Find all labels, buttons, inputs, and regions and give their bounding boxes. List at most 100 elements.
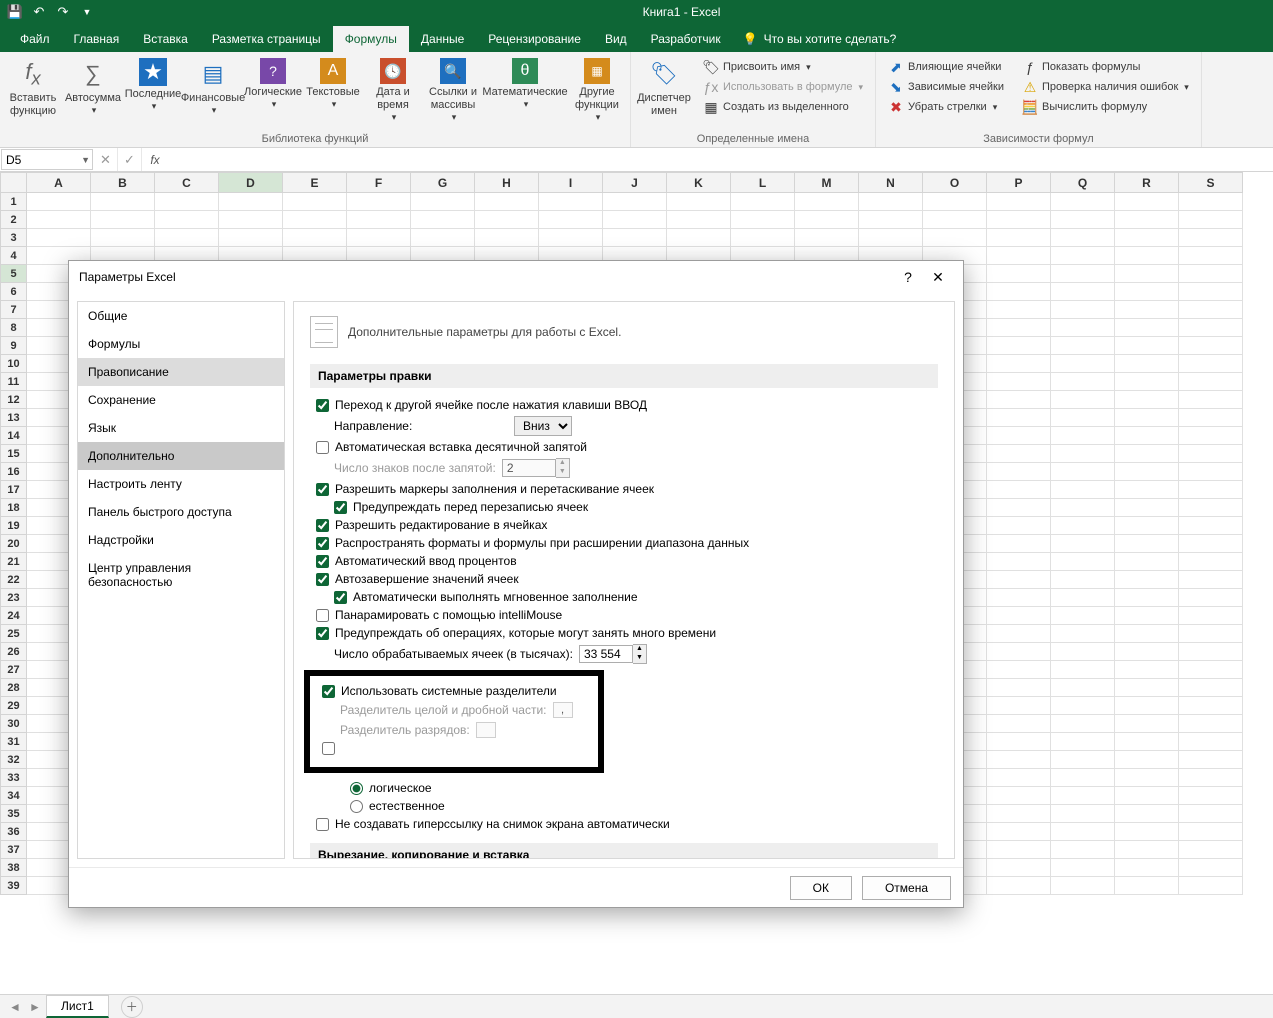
remove-arrows-button[interactable]: ✖Убрать стрелки ▾ xyxy=(886,98,1006,116)
cell[interactable] xyxy=(1179,427,1243,445)
cell[interactable] xyxy=(1179,193,1243,211)
select-direction[interactable]: Вниз xyxy=(514,416,572,436)
column-header[interactable]: O xyxy=(923,173,987,193)
cell[interactable] xyxy=(1115,247,1179,265)
cell[interactable] xyxy=(1051,823,1115,841)
cell[interactable] xyxy=(1179,787,1243,805)
cell[interactable] xyxy=(1179,229,1243,247)
cell[interactable] xyxy=(1179,823,1243,841)
cell[interactable] xyxy=(1115,877,1179,895)
chk-partial-hidden[interactable] xyxy=(322,742,335,755)
row-header[interactable]: 19 xyxy=(1,517,27,535)
row-header[interactable]: 33 xyxy=(1,769,27,787)
cell[interactable] xyxy=(1051,499,1115,517)
cell[interactable] xyxy=(987,211,1051,229)
namebox-dropdown-icon[interactable]: ▼ xyxy=(81,155,90,165)
cell[interactable] xyxy=(1179,373,1243,391)
cell[interactable] xyxy=(987,409,1051,427)
column-header[interactable]: J xyxy=(603,173,667,193)
chk-edit-in-cell[interactable] xyxy=(316,519,329,532)
cell[interactable] xyxy=(539,211,603,229)
chk-extend-formats[interactable] xyxy=(316,537,329,550)
cell[interactable] xyxy=(1115,193,1179,211)
cell[interactable] xyxy=(987,751,1051,769)
cell[interactable] xyxy=(475,229,539,247)
cell[interactable] xyxy=(219,193,283,211)
cell[interactable] xyxy=(1051,697,1115,715)
cell[interactable] xyxy=(1051,517,1115,535)
text-button[interactable]: A Текстовые▾ xyxy=(304,56,362,112)
cell[interactable] xyxy=(987,697,1051,715)
tell-me[interactable]: 💡Что вы хотите сделать? xyxy=(733,26,907,52)
row-header[interactable]: 1 xyxy=(1,193,27,211)
cell[interactable] xyxy=(795,211,859,229)
row-header[interactable]: 38 xyxy=(1,859,27,877)
cell[interactable] xyxy=(1179,841,1243,859)
cell[interactable] xyxy=(667,211,731,229)
cell[interactable] xyxy=(987,805,1051,823)
cell[interactable] xyxy=(1115,553,1179,571)
cell[interactable] xyxy=(1179,265,1243,283)
row-header[interactable]: 18 xyxy=(1,499,27,517)
cell[interactable] xyxy=(1115,499,1179,517)
column-header[interactable]: E xyxy=(283,173,347,193)
cell[interactable] xyxy=(1051,301,1115,319)
cell[interactable] xyxy=(987,877,1051,895)
category-item[interactable]: Общие xyxy=(78,302,284,330)
cell[interactable] xyxy=(1179,283,1243,301)
cell[interactable] xyxy=(987,589,1051,607)
cell[interactable] xyxy=(1051,319,1115,337)
cell[interactable] xyxy=(1115,823,1179,841)
cell[interactable] xyxy=(987,499,1051,517)
input-cells-threshold[interactable] xyxy=(579,645,633,663)
row-header[interactable]: 30 xyxy=(1,715,27,733)
cell[interactable] xyxy=(1179,697,1243,715)
column-header[interactable]: F xyxy=(347,173,411,193)
row-header[interactable]: 23 xyxy=(1,589,27,607)
cell[interactable] xyxy=(1115,445,1179,463)
trace-precedents-button[interactable]: ⬈Влияющие ячейки xyxy=(886,58,1006,76)
cell[interactable] xyxy=(1179,607,1243,625)
cell[interactable] xyxy=(987,517,1051,535)
chk-fill-handle[interactable] xyxy=(316,483,329,496)
cell[interactable] xyxy=(1179,679,1243,697)
cell[interactable] xyxy=(1115,283,1179,301)
cell[interactable] xyxy=(1115,409,1179,427)
chk-auto-decimal[interactable] xyxy=(316,441,329,454)
cell[interactable] xyxy=(987,229,1051,247)
category-item[interactable]: Правописание xyxy=(78,358,284,386)
recent-functions-button[interactable]: ★ Последние▾ xyxy=(124,56,182,114)
chk-enter-move[interactable] xyxy=(316,399,329,412)
cell[interactable] xyxy=(987,715,1051,733)
save-icon[interactable]: 💾 xyxy=(6,3,24,21)
row-header[interactable]: 25 xyxy=(1,625,27,643)
cell[interactable] xyxy=(155,229,219,247)
math-button[interactable]: θ Математические▾ xyxy=(484,56,566,112)
cell[interactable] xyxy=(603,193,667,211)
cell[interactable] xyxy=(27,229,91,247)
cancel-edit-icon[interactable]: ✕ xyxy=(94,148,118,171)
tab-разработчик[interactable]: Разработчик xyxy=(639,26,733,52)
cell[interactable] xyxy=(1115,643,1179,661)
cell[interactable] xyxy=(1051,463,1115,481)
row-header[interactable]: 36 xyxy=(1,823,27,841)
cell[interactable] xyxy=(987,769,1051,787)
row-header[interactable]: 11 xyxy=(1,373,27,391)
cell[interactable] xyxy=(987,481,1051,499)
row-header[interactable]: 9 xyxy=(1,337,27,355)
cell[interactable] xyxy=(1051,265,1115,283)
cell[interactable] xyxy=(475,193,539,211)
cell[interactable] xyxy=(1179,211,1243,229)
cell[interactable] xyxy=(1115,625,1179,643)
cell[interactable] xyxy=(91,211,155,229)
cell[interactable] xyxy=(1051,193,1115,211)
column-header[interactable]: G xyxy=(411,173,475,193)
category-item[interactable]: Сохранение xyxy=(78,386,284,414)
cell[interactable] xyxy=(1179,391,1243,409)
cell[interactable] xyxy=(1051,769,1115,787)
datetime-button[interactable]: 🕓 Дата и время▾ xyxy=(364,56,422,125)
cell[interactable] xyxy=(859,193,923,211)
spin-down-2[interactable]: ▼ xyxy=(633,654,646,663)
chk-no-hyperlink[interactable] xyxy=(316,818,329,831)
row-header[interactable]: 6 xyxy=(1,283,27,301)
